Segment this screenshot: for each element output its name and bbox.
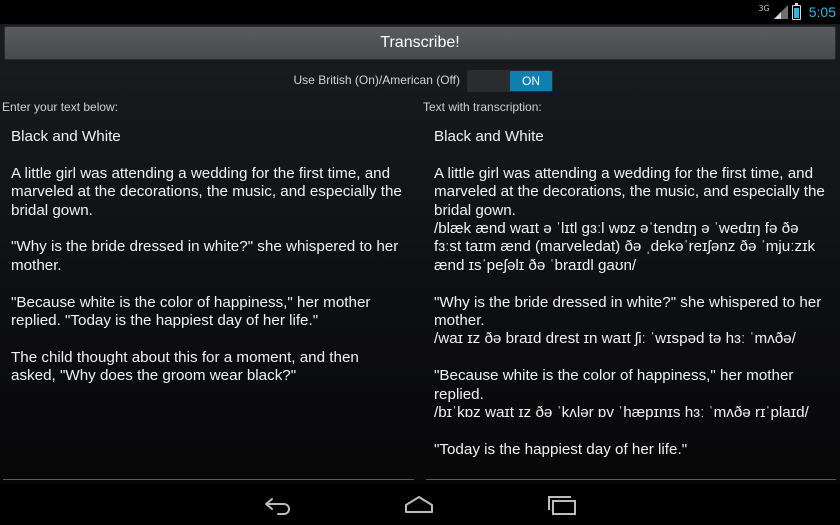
- locale-toggle-switch[interactable]: ON: [467, 70, 553, 92]
- output-text-area[interactable]: Black and White A little girl was attend…: [426, 122, 836, 480]
- output-label: Text with transcription:: [423, 100, 542, 114]
- clock: 5:05: [808, 4, 836, 20]
- input-paragraph: The child thought about this for a momen…: [11, 348, 359, 385]
- locale-toggle-row: Use British (On)/American (Off) ON: [0, 70, 840, 92]
- output-paragraph: Black and White: [434, 128, 544, 145]
- input-paragraph: "Why is the bride dressed in white?" she…: [11, 238, 399, 274]
- input-text-area[interactable]: Black and White A little girl was attend…: [3, 122, 414, 480]
- back-icon[interactable]: [262, 492, 294, 516]
- status-icons: 3G 5:05: [758, 2, 836, 22]
- input-text: Black and White A little girl was attend…: [3, 122, 414, 386]
- recents-icon[interactable]: [546, 492, 578, 516]
- battery-icon: [791, 2, 801, 20]
- status-bar: 3G 5:05: [0, 0, 840, 24]
- input-paragraph: A little girl was attending a wedding fo…: [11, 164, 402, 219]
- toggle-thumb: ON: [510, 71, 552, 91]
- output-paragraph: "Why is the bride dressed in white?" she…: [434, 293, 822, 348]
- home-icon[interactable]: [403, 492, 435, 516]
- output-paragraph: "Because white is the color of happiness…: [434, 367, 809, 422]
- navigation-bar: [0, 484, 840, 525]
- output-paragraph: "Today is the happiest day of her life.": [434, 440, 688, 458]
- input-paragraph: "Because white is the color of happiness…: [11, 293, 371, 330]
- network-type: 3G: [758, 3, 770, 13]
- signal-icon: [773, 5, 788, 19]
- output-paragraph: A little girl was attending a wedding fo…: [434, 164, 825, 274]
- output-text: Black and White A little girl was attend…: [426, 122, 836, 459]
- transcribe-button[interactable]: Transcribe!: [4, 26, 836, 60]
- input-paragraph: Black and White: [11, 128, 121, 145]
- locale-toggle-label: Use British (On)/American (Off): [293, 73, 460, 87]
- input-label: Enter your text below:: [2, 100, 119, 114]
